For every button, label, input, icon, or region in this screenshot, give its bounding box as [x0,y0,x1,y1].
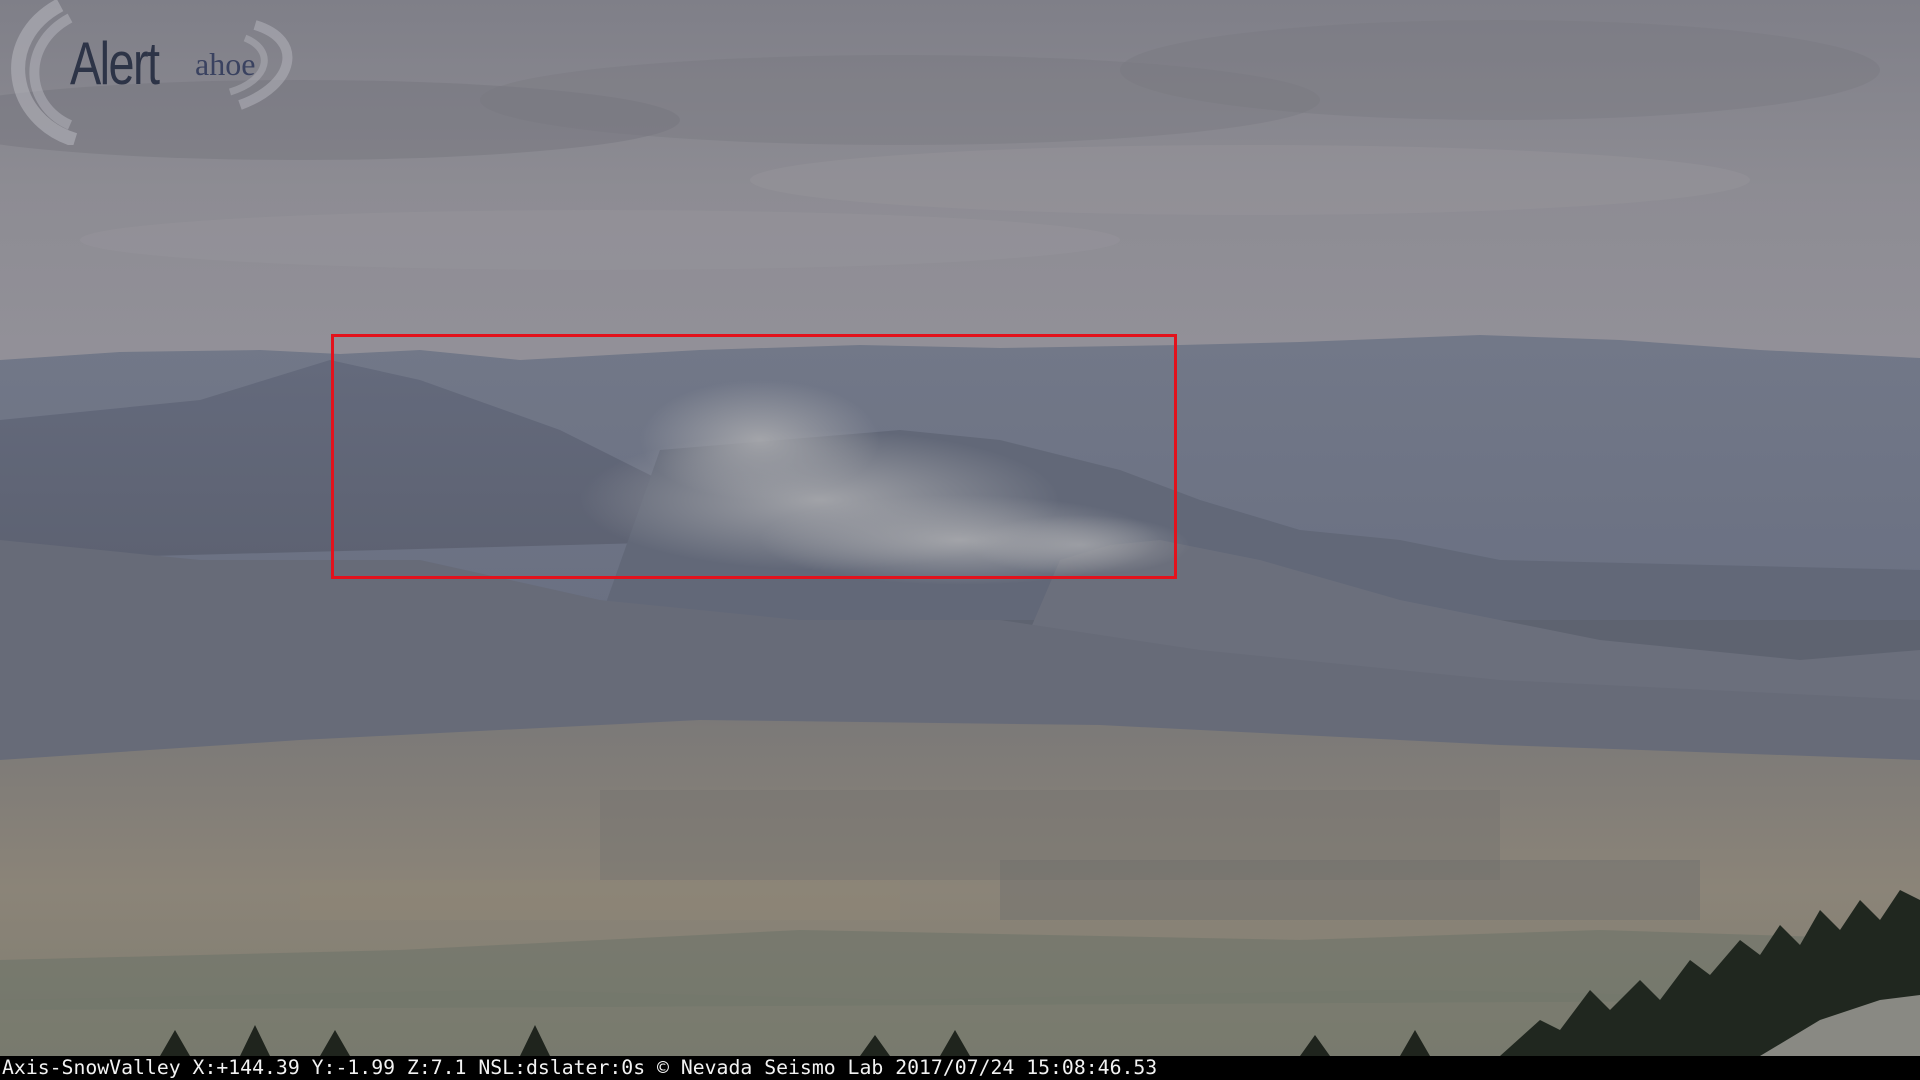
camera-frame: Alert ahoe Axis-SnowValley X:+144.39 Y:-… [0,0,1920,1080]
logo-suffix: ahoe [195,46,256,82]
smoke-detection-box [331,334,1177,579]
camera-caption: Axis-SnowValley X:+144.39 Y:-1.99 Z:7.1 … [2,1056,1158,1079]
camera-status-bar: Axis-SnowValley X:+144.39 Y:-1.99 Z:7.1 … [0,1056,1920,1080]
alerttahoe-logo: Alert ahoe [0,0,310,147]
logo-wordmark: Alert [70,30,160,97]
